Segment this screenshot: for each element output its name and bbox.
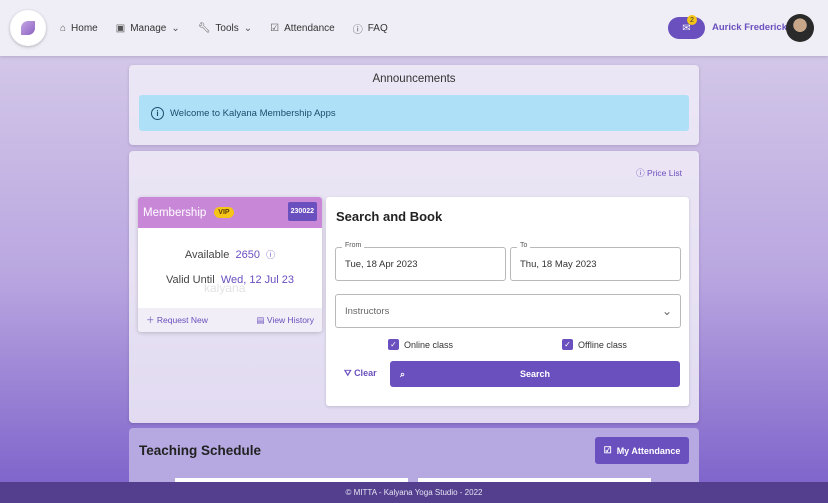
vip-badge: VIP <box>214 207 234 218</box>
search-icon: ⌕ <box>400 368 406 379</box>
notifications-button[interactable]: ✉ 2 <box>668 15 705 39</box>
checkbox-icon: ☑ <box>270 22 280 34</box>
top-navbar: ⌂ Home ▣ Manage ⌄ 🔧︎ Tools ⌄ ☑ Attendance ⓘ FAQ… <box>0 0 828 56</box>
nav-manage[interactable]: ▣ Manage ⌄ <box>116 23 180 34</box>
from-date-field[interactable]: From Tue, 18 Apr 2023 <box>335 242 506 281</box>
footer: © MITTA - Kalyana Yoga Studio - 2022 <box>0 482 828 503</box>
membership-id: 230022 <box>287 202 317 221</box>
plus-icon: ＋ <box>146 315 157 325</box>
chevron-down-icon: ⌄ <box>171 22 180 34</box>
available-row: Available 2650 ⓘ <box>138 248 322 261</box>
nav-attendance[interactable]: ☑ Attendance <box>270 23 335 34</box>
search-label: Search <box>519 369 551 379</box>
search-button[interactable]: ⌕ Search <box>390 361 680 387</box>
info-icon: ⓘ <box>636 168 648 178</box>
kalyana-logo[interactable] <box>10 10 46 46</box>
nav-tools-label: Tools <box>215 22 239 34</box>
announcement-alert: i Welcome to Kalyana Membership Apps <box>139 95 689 131</box>
main-nav: ⌂ Home ▣ Manage ⌄ 🔧︎ Tools ⌄ ☑ Attendance ⓘ FAQ <box>60 0 388 56</box>
announcement-message: Welcome to Kalyana Membership Apps <box>170 107 336 119</box>
checkbox-icon: ☑ <box>603 445 612 455</box>
help-icon: ⓘ <box>352 24 363 36</box>
my-attendance-button[interactable]: ☑ My Attendance <box>595 437 689 464</box>
kalyana-watermark: kalyana <box>204 281 246 295</box>
request-new-button[interactable]: ＋ Request New <box>146 314 208 326</box>
info-icon[interactable]: ⓘ <box>266 250 275 260</box>
history-icon: ▤ <box>256 314 267 325</box>
nav-tools[interactable]: 🔧︎ Tools ⌄ <box>198 23 252 34</box>
instructors-select[interactable]: Instructors ⌄ <box>335 294 681 328</box>
chevron-down-icon: ⌄ <box>661 304 672 318</box>
clear-button[interactable]: ⛛ Clear <box>344 368 377 379</box>
from-value: Tue, 18 Apr 2023 <box>345 258 418 270</box>
filter-off-icon: ⛛ <box>344 368 355 378</box>
nav-home-label: Home <box>71 22 98 34</box>
search-title: Search and Book <box>336 209 443 224</box>
nav-faq[interactable]: ⓘ FAQ <box>353 21 388 36</box>
nav-home[interactable]: ⌂ Home <box>60 23 98 34</box>
offline-class-label: Offline class <box>578 339 627 350</box>
my-attendance-label: My Attendance <box>616 445 681 456</box>
briefcase-icon: ▣ <box>115 22 126 34</box>
price-list-link[interactable]: ⓘ Price List <box>636 167 682 179</box>
to-date-field[interactable]: To Thu, 18 May 2023 <box>510 242 681 281</box>
search-and-book-card: Search and Book From Tue, 18 Apr 2023 To T… <box>326 197 689 406</box>
chevron-down-icon: ⌄ <box>243 22 253 34</box>
check-icon: ✓ <box>388 339 399 350</box>
announcements-panel: Announcements i Welcome to Kalyana Member… <box>129 65 699 145</box>
notification-badge: 2 <box>687 15 697 25</box>
user-name[interactable]: Aurick Frederick <box>712 22 787 33</box>
membership-header: Membership VIP 230022 <box>138 197 322 228</box>
booking-panel: ⓘ Price List Membership VIP 230022 kalya… <box>129 151 699 423</box>
nav-faq-label: FAQ <box>367 22 388 34</box>
nav-manage-label: Manage <box>130 22 167 34</box>
clear-label: Clear <box>354 368 377 378</box>
offline-class-checkbox[interactable]: ✓ Offline class <box>562 339 627 350</box>
price-list-label: Price List <box>647 168 682 178</box>
online-class-label: Online class <box>404 339 454 350</box>
wrench-icon: 🔧︎ <box>197 22 211 34</box>
from-label: From <box>342 242 365 249</box>
membership-footer: ＋ Request New ▤ View History <box>138 308 322 332</box>
to-label: To <box>517 242 531 249</box>
view-history-button[interactable]: ▤ View History <box>257 315 314 326</box>
membership-title: Membership <box>143 206 207 219</box>
check-icon: ✓ <box>562 339 573 350</box>
to-value: Thu, 18 May 2023 <box>520 258 597 270</box>
available-label: Available <box>184 249 230 261</box>
view-history-label: View History <box>266 314 314 325</box>
available-value: 2650 <box>235 249 260 261</box>
info-icon: i <box>151 106 164 120</box>
nav-attendance-label: Attendance <box>284 22 335 34</box>
home-icon: ⌂ <box>60 22 67 34</box>
teaching-schedule-title: Teaching Schedule <box>139 443 262 458</box>
membership-card: Membership VIP 230022 kalyana Available … <box>138 197 322 332</box>
avatar[interactable] <box>786 14 814 42</box>
online-class-checkbox[interactable]: ✓ Online class <box>388 339 453 350</box>
request-new-label: Request New <box>156 315 208 325</box>
logo-mark <box>21 21 35 35</box>
announcements-title: Announcements <box>372 73 456 85</box>
instructors-placeholder: Instructors <box>345 305 390 317</box>
teaching-schedule-panel: Teaching Schedule ☑ My Attendance <box>129 428 699 488</box>
